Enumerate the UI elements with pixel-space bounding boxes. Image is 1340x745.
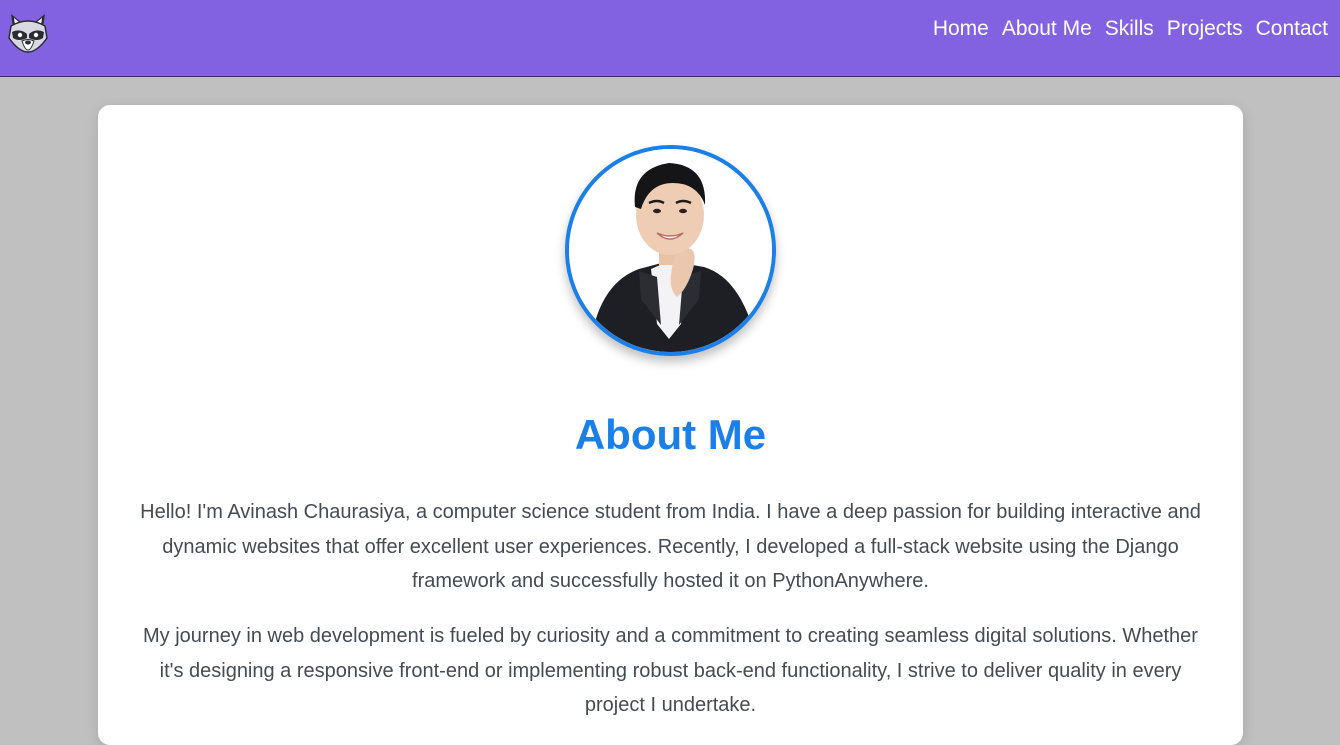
- about-paragraph-2: My journey in web development is fueled …: [143, 625, 1198, 716]
- nav-link-projects[interactable]: Projects: [1167, 17, 1243, 41]
- nav-link-contact[interactable]: Contact: [1256, 17, 1328, 41]
- about-paragraph-1: Hello! I'm Avinash Chaurasiya, a compute…: [140, 501, 1201, 592]
- nav-link-home[interactable]: Home: [933, 17, 989, 41]
- about-card: About Me Hello! I'm Avinash Chaurasiya, …: [98, 105, 1243, 745]
- profile-photo: [565, 145, 776, 356]
- about-heading: About Me: [574, 411, 767, 458]
- nav-link-skills[interactable]: Skills: [1105, 17, 1154, 41]
- nav-link-about-me[interactable]: About Me: [1002, 17, 1092, 41]
- nav-links: Home About Me Skills Projects Contact: [933, 17, 1328, 41]
- raccoon-logo-icon[interactable]: [7, 10, 49, 54]
- navbar: Home About Me Skills Projects Contact: [0, 0, 1340, 77]
